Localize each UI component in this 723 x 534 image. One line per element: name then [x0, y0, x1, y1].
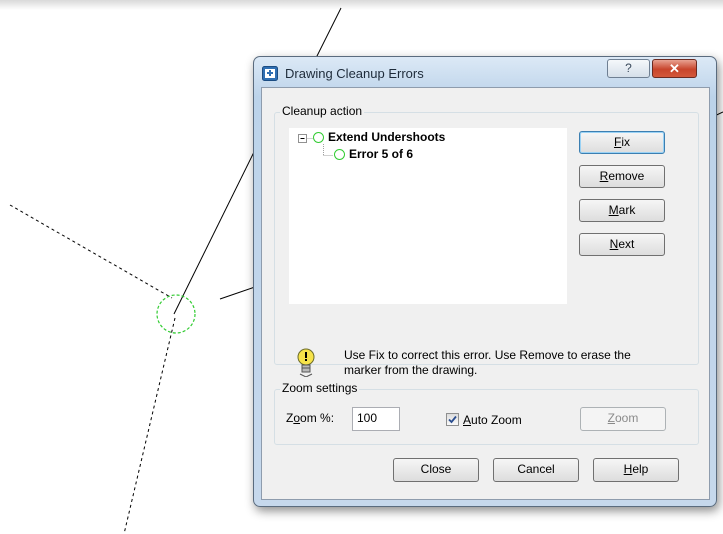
dialog-title: Drawing Cleanup Errors	[285, 66, 424, 81]
fix-label-post: ix	[621, 135, 630, 149]
zoom-label-post: om %:	[300, 411, 335, 425]
close-button[interactable]: Close	[393, 458, 479, 482]
auto-zoom-label-key: A	[463, 413, 472, 427]
auto-zoom-checkbox[interactable]	[446, 413, 459, 426]
drawing-solid-line	[219, 286, 256, 300]
zoom-button[interactable]: Zoom	[580, 407, 666, 431]
fix-button[interactable]: Fix	[579, 131, 665, 154]
mark-label-post: ark	[618, 203, 636, 217]
next-button[interactable]: Next	[579, 233, 665, 256]
zoom-percent-input[interactable]: 100	[352, 407, 400, 431]
tree-item-extend-undershoots[interactable]: Extend Undershoots	[328, 130, 445, 144]
drawing-solid-line	[313, 7, 342, 63]
checkmark-icon	[448, 415, 457, 424]
zoom-settings-label: Zoom settings	[280, 381, 360, 395]
next-label-post: ext	[618, 237, 635, 251]
title-help-button[interactable]: ?	[607, 59, 650, 78]
remove-label-key: R	[599, 169, 609, 183]
drawing-solid-line	[173, 147, 257, 315]
title-bar[interactable]: Drawing Cleanup Errors ? ✕	[254, 57, 716, 89]
auto-zoom-label-post: uto Zoom	[471, 413, 522, 427]
zoom-percent-label: Zoom %:	[286, 411, 334, 425]
dialog-client-area: Cleanup action Extend Undershoots Error …	[261, 87, 710, 500]
remove-label-post: emove	[608, 169, 645, 183]
mark-button[interactable]: Mark	[579, 199, 665, 222]
app-icon	[262, 66, 278, 81]
remove-button[interactable]: Remove	[579, 165, 665, 188]
tree-item-error[interactable]: Error 5 of 6	[349, 147, 413, 161]
title-close-button[interactable]: ✕	[652, 59, 697, 78]
mark-label-key: M	[608, 203, 619, 217]
error-marker-circle[interactable]	[156, 294, 196, 334]
cancel-button[interactable]: Cancel	[493, 458, 579, 482]
drawing-cleanup-errors-dialog: Drawing Cleanup Errors ? ✕ Cleanup actio…	[253, 56, 717, 507]
tree-circle-icon	[334, 149, 345, 160]
zoom-button-label-post: oom	[615, 411, 639, 425]
info-text: Use Fix to correct this error. Use Remov…	[344, 348, 631, 377]
zoom-button-label-key: Z	[607, 411, 615, 425]
tree-circle-icon	[313, 132, 324, 143]
help-button[interactable]: Help	[593, 458, 679, 482]
drawing-dashed-line	[9, 204, 173, 299]
cleanup-tree[interactable]: Extend Undershoots Error 5 of 6	[289, 128, 567, 304]
lightbulb-icon	[297, 348, 315, 377]
cleanup-action-label: Cleanup action	[280, 104, 365, 118]
auto-zoom-label[interactable]: Auto Zoom	[463, 413, 522, 427]
help-label-post: elp	[632, 462, 649, 476]
drawing-dashed-line	[123, 317, 176, 534]
